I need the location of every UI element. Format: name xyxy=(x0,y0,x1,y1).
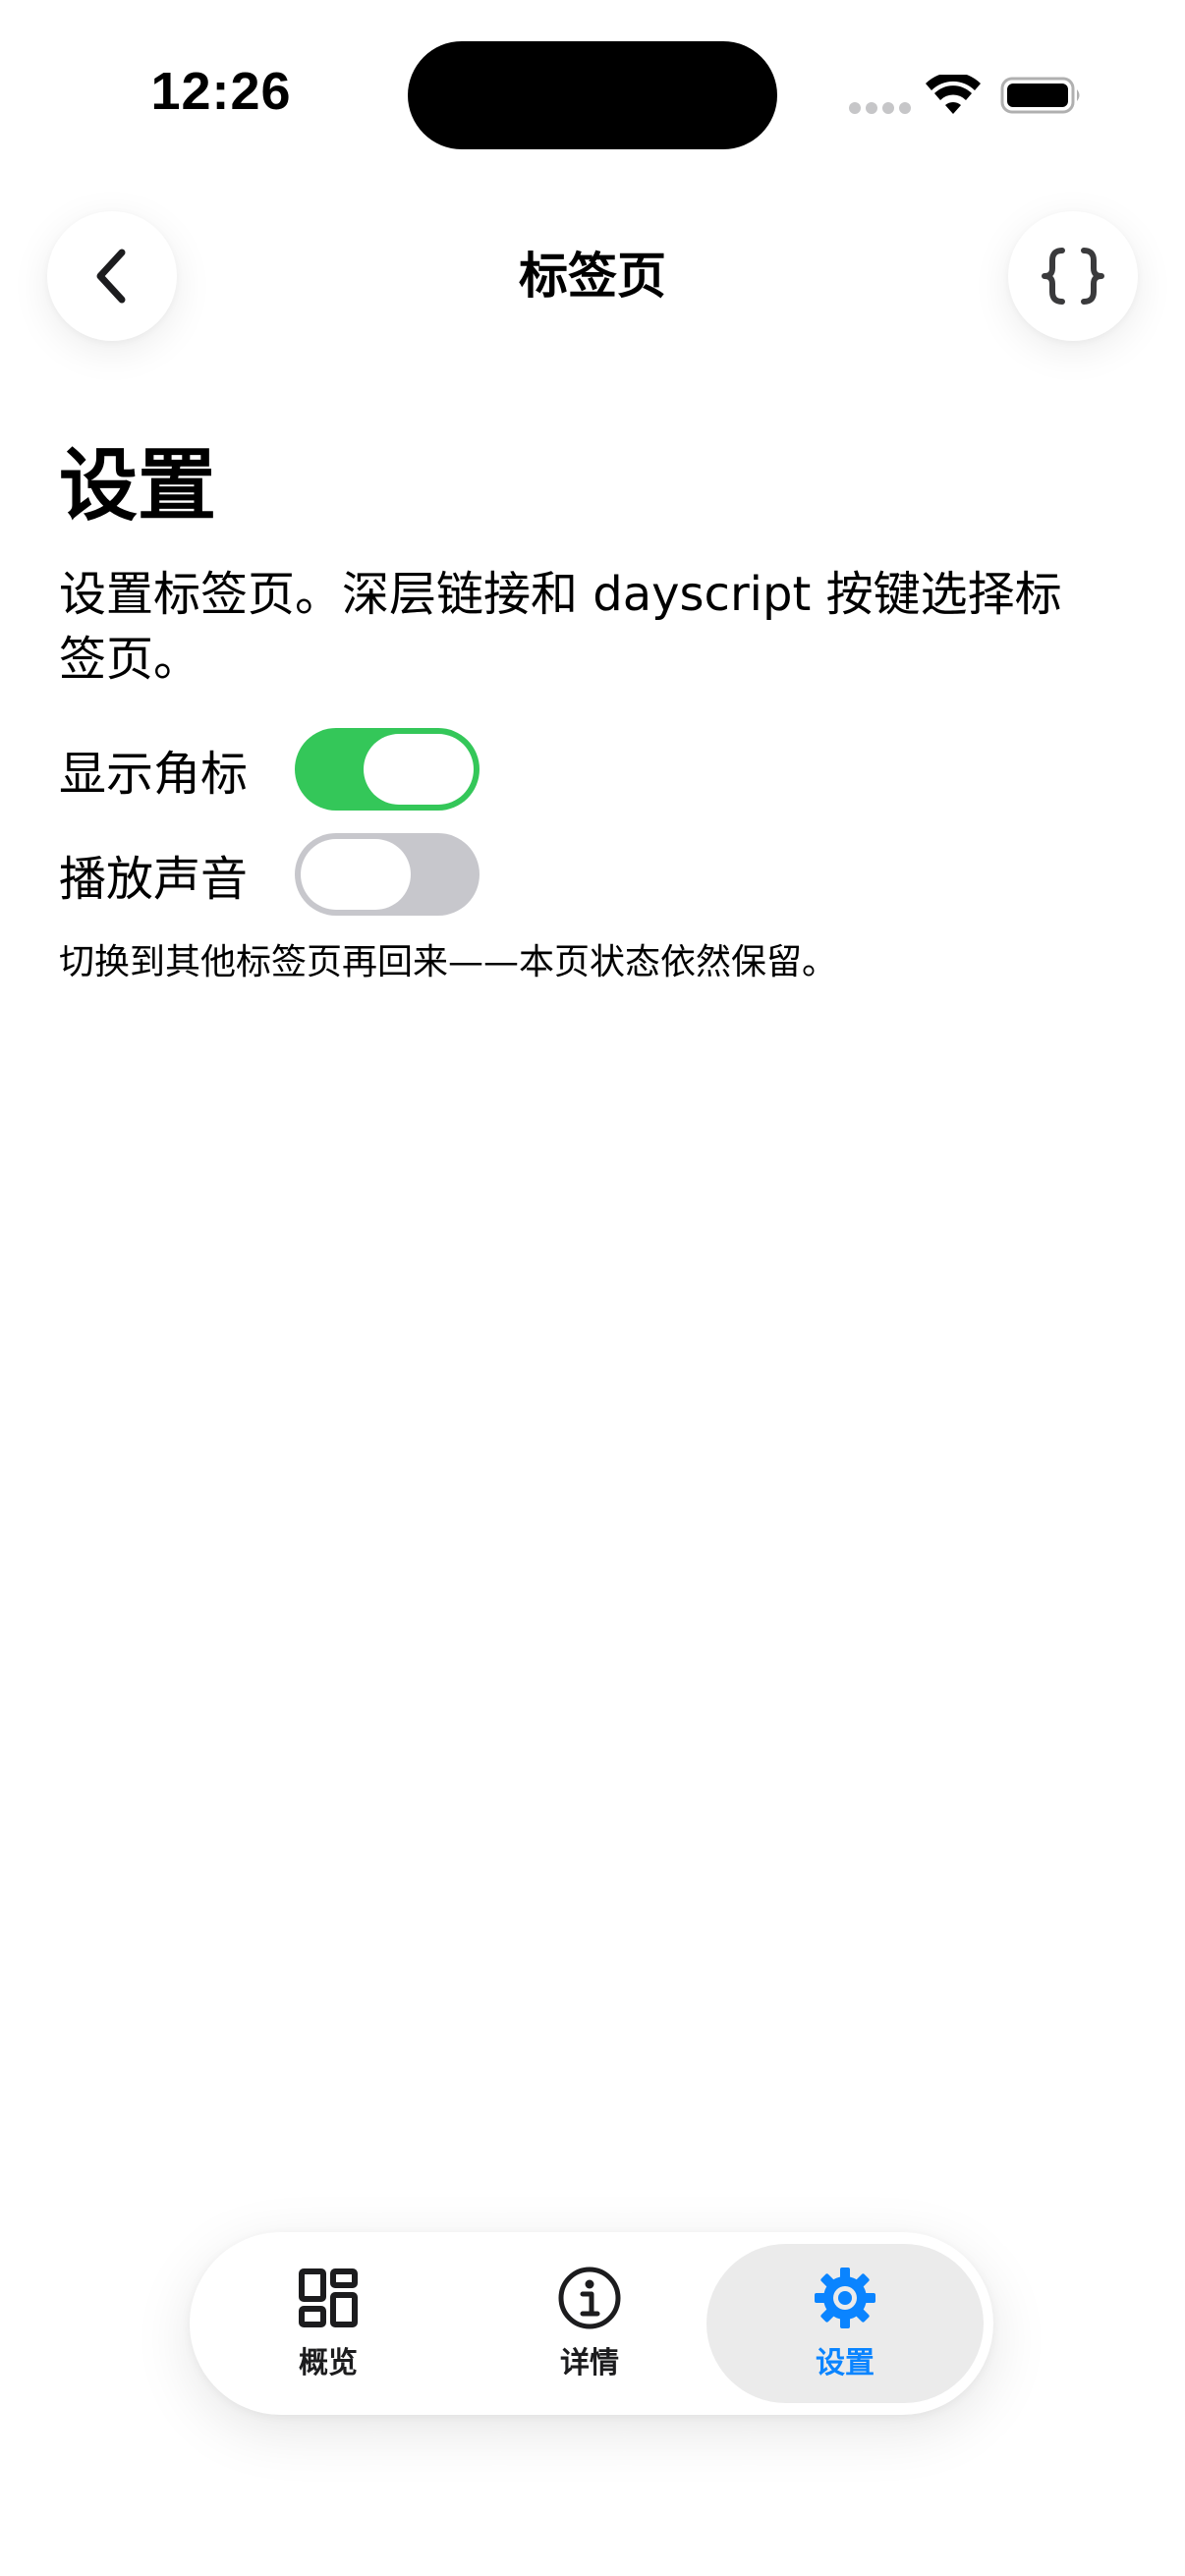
toggle-label-play-sound: 播放声音 xyxy=(59,852,249,907)
footnote: 切换到其他标签页再回来——本页状态依然保留。 xyxy=(59,942,838,982)
tab-label-details: 详情 xyxy=(560,2346,619,2380)
status-bar: 12:26 xyxy=(0,0,1185,187)
chevron-left-icon xyxy=(96,249,126,304)
curly-braces-icon xyxy=(1042,248,1104,305)
nav-title: 标签页 xyxy=(519,248,666,305)
tab-overview[interactable]: 概览 xyxy=(190,2244,467,2403)
toggle-row-play-sound: 播放声音 xyxy=(59,832,480,917)
tab-label-settings: 设置 xyxy=(816,2346,875,2380)
toggle-label-show-badge: 显示角标 xyxy=(59,747,249,802)
switch-knob xyxy=(301,839,411,910)
gear-icon xyxy=(815,2268,875,2328)
back-button[interactable] xyxy=(47,211,177,341)
page-description: 设置标签页。深层链接和 dayscript 按键选择标签页。 xyxy=(59,567,1062,687)
grid-icon xyxy=(299,2268,358,2327)
status-time: 12:26 xyxy=(150,62,292,121)
show-badge-switch[interactable] xyxy=(295,728,480,811)
tab-settings[interactable]: 设置 xyxy=(706,2244,984,2403)
switch-knob xyxy=(364,734,474,805)
tab-label-overview: 概览 xyxy=(299,2346,358,2380)
info-icon xyxy=(558,2267,621,2329)
cellular-signal-icon xyxy=(849,102,911,114)
wifi-icon xyxy=(926,75,981,114)
battery-icon xyxy=(1000,77,1080,114)
page-heading: 设置 xyxy=(59,440,216,532)
tab-details[interactable]: 详情 xyxy=(451,2244,728,2403)
play-sound-switch[interactable] xyxy=(295,833,480,916)
dynamic-island xyxy=(408,41,777,149)
toggle-row-show-badge: 显示角标 xyxy=(59,727,480,812)
tab-bar: 概览 详情 设置 xyxy=(190,2232,993,2415)
code-button[interactable] xyxy=(1008,211,1138,341)
